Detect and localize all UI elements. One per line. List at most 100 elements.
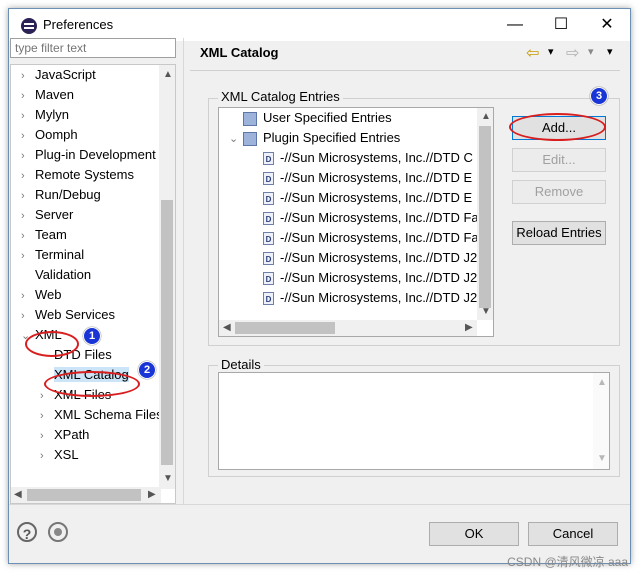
tree-item-label: JavaScript — [35, 67, 96, 82]
list-item[interactable]: D -//Sun Microsystems, Inc.//DTD C — [263, 148, 473, 168]
details-label: Details — [218, 357, 264, 372]
chevron-right-icon[interactable]: › — [21, 286, 35, 306]
scroll-thumb[interactable] — [479, 126, 491, 308]
chevron-right-icon[interactable]: › — [21, 306, 35, 326]
dtd-file-icon: D — [263, 192, 274, 206]
catalog-icon — [243, 131, 257, 146]
tree-item-label: Run/Debug — [35, 187, 101, 202]
tree-item-xml-schema-files[interactable]: › XML Schema Files — [40, 405, 163, 425]
tree-item-web-services[interactable]: › Web Services — [21, 305, 115, 325]
annotation-badge-1: 1 — [83, 327, 101, 345]
edit-button[interactable]: Edit... — [512, 148, 606, 172]
chevron-right-icon[interactable]: › — [21, 186, 35, 206]
tree-item-label: Mylyn — [35, 107, 69, 122]
tree-item-xpath[interactable]: › XPath — [40, 425, 89, 445]
dtd-file-icon: D — [263, 152, 274, 166]
scroll-down-icon[interactable]: ▼ — [597, 453, 607, 464]
catalog-entries-tree[interactable]: User Specified Entries ⌄ Plugin Specified… — [218, 107, 494, 337]
chevron-right-icon[interactable]: › — [40, 446, 54, 466]
tree-item-remote-systems[interactable]: › Remote Systems — [21, 165, 134, 185]
page-title: XML Catalog — [200, 45, 279, 60]
list-item[interactable]: D -//Sun Microsystems, Inc.//DTD Fa — [263, 208, 479, 228]
tree-item-javascript[interactable]: › JavaScript — [21, 65, 96, 85]
scroll-up-icon[interactable]: ▲ — [163, 69, 173, 80]
entries-horizontal-scrollbar[interactable]: ◀ ▶ — [219, 320, 477, 336]
eclipse-icon — [21, 18, 37, 34]
tree-item-team[interactable]: › Team — [21, 225, 67, 245]
details-vertical-scrollbar[interactable]: ▲ ▼ — [593, 373, 609, 469]
chevron-right-icon[interactable]: › — [21, 166, 35, 186]
list-item[interactable]: D -//Sun Microsystems, Inc.//DTD J2 — [263, 288, 477, 308]
view-menu-icon[interactable]: ▾ — [607, 45, 613, 58]
scroll-down-icon[interactable]: ▼ — [163, 473, 173, 484]
back-dropdown-icon[interactable]: ▾ — [548, 45, 554, 58]
tree-item-oomph[interactable]: › Oomph — [21, 125, 78, 145]
annotation-badge-3: 3 — [590, 87, 608, 105]
title-bar: Preferences — ☐ ✕ — [9, 9, 630, 41]
help-icon[interactable]: ? — [17, 522, 37, 542]
details-area[interactable]: ▲ ▼ — [218, 372, 610, 470]
forward-dropdown-icon[interactable]: ▾ — [588, 45, 594, 58]
chevron-right-icon[interactable]: › — [21, 66, 35, 86]
list-item-plugin-entries[interactable]: ⌄ Plugin Specified Entries — [229, 128, 400, 148]
list-item[interactable]: D -//Sun Microsystems, Inc.//DTD E — [263, 168, 472, 188]
tree-horizontal-scrollbar[interactable]: ◀ ▶ — [11, 487, 161, 503]
chevron-right-icon[interactable]: › — [40, 426, 54, 446]
list-item[interactable]: D -//Sun Microsystems, Inc.//DTD E — [263, 188, 472, 208]
preference-tree[interactable]: › JavaScript › Maven › Mylyn › Oomph › Plug-i… — [10, 64, 176, 504]
scroll-thumb[interactable] — [161, 200, 173, 465]
record-icon[interactable] — [48, 522, 68, 542]
scroll-right-icon[interactable]: ▶ — [148, 489, 156, 500]
tree-item-xsl[interactable]: › XSL — [40, 445, 79, 465]
ok-button[interactable]: OK — [429, 522, 519, 546]
tree-item-plugin-development[interactable]: › Plug-in Development — [21, 145, 156, 165]
tree-item-validation[interactable]: Validation — [21, 265, 91, 285]
forward-arrow-icon[interactable]: ⇨ — [566, 43, 579, 63]
chevron-right-icon[interactable]: › — [21, 226, 35, 246]
scroll-right-icon[interactable]: ▶ — [465, 322, 473, 333]
list-item[interactable]: D -//Sun Microsystems, Inc.//DTD Fa — [263, 228, 479, 248]
annotation-badge-2: 2 — [138, 361, 156, 379]
list-item-label: -//Sun Microsystems, Inc.//DTD C — [280, 150, 473, 165]
maximize-button[interactable]: ☐ — [538, 9, 584, 41]
tree-vertical-scrollbar[interactable]: ▲ ▼ — [159, 65, 175, 489]
tree-item-run-debug[interactable]: › Run/Debug — [21, 185, 101, 205]
tree-item-mylyn[interactable]: › Mylyn — [21, 105, 69, 125]
back-arrow-icon[interactable]: ⇦ — [526, 43, 539, 63]
scroll-up-icon[interactable]: ▲ — [597, 377, 607, 388]
chevron-right-icon[interactable]: › — [40, 406, 54, 426]
scroll-left-icon[interactable]: ◀ — [14, 489, 22, 500]
remove-button[interactable]: Remove — [512, 180, 606, 204]
scroll-down-icon[interactable]: ▼ — [481, 306, 491, 317]
tree-item-label: Validation — [35, 267, 92, 282]
chevron-right-icon[interactable]: › — [21, 206, 35, 226]
chevron-down-icon[interactable]: ⌄ — [229, 129, 243, 149]
list-item[interactable]: D -//Sun Microsystems, Inc.//DTD J2 — [263, 268, 477, 288]
chevron-right-icon[interactable]: › — [21, 86, 35, 106]
tree-item-label: Remote Systems — [35, 167, 134, 182]
chevron-right-icon[interactable]: › — [21, 106, 35, 126]
list-item-user-entries[interactable]: User Specified Entries — [229, 108, 392, 128]
chevron-right-icon[interactable]: › — [21, 246, 35, 266]
chevron-right-icon[interactable]: › — [21, 146, 35, 166]
filter-input[interactable] — [10, 38, 176, 58]
entries-vertical-scrollbar[interactable]: ▲ ▼ — [477, 108, 493, 320]
scroll-thumb[interactable] — [235, 322, 335, 334]
tree-item-maven[interactable]: › Maven — [21, 85, 74, 105]
dtd-file-icon: D — [263, 272, 274, 286]
sash-divider[interactable] — [183, 38, 184, 504]
scroll-up-icon[interactable]: ▲ — [481, 111, 491, 122]
window-title: Preferences — [43, 17, 114, 32]
cancel-button[interactable]: Cancel — [528, 522, 618, 546]
tree-item-terminal[interactable]: › Terminal — [21, 245, 84, 265]
scroll-thumb[interactable] — [27, 489, 141, 501]
close-button[interactable]: ✕ — [584, 9, 630, 41]
catalog-icon — [243, 111, 257, 126]
reload-entries-button[interactable]: Reload Entries — [512, 221, 606, 245]
scroll-left-icon[interactable]: ◀ — [223, 322, 231, 333]
list-item[interactable]: D -//Sun Microsystems, Inc.//DTD J2 — [263, 248, 477, 268]
tree-item-server[interactable]: › Server — [21, 205, 73, 225]
chevron-right-icon[interactable]: › — [21, 126, 35, 146]
tree-item-web[interactable]: › Web — [21, 285, 62, 305]
minimize-button[interactable]: — — [492, 9, 538, 41]
